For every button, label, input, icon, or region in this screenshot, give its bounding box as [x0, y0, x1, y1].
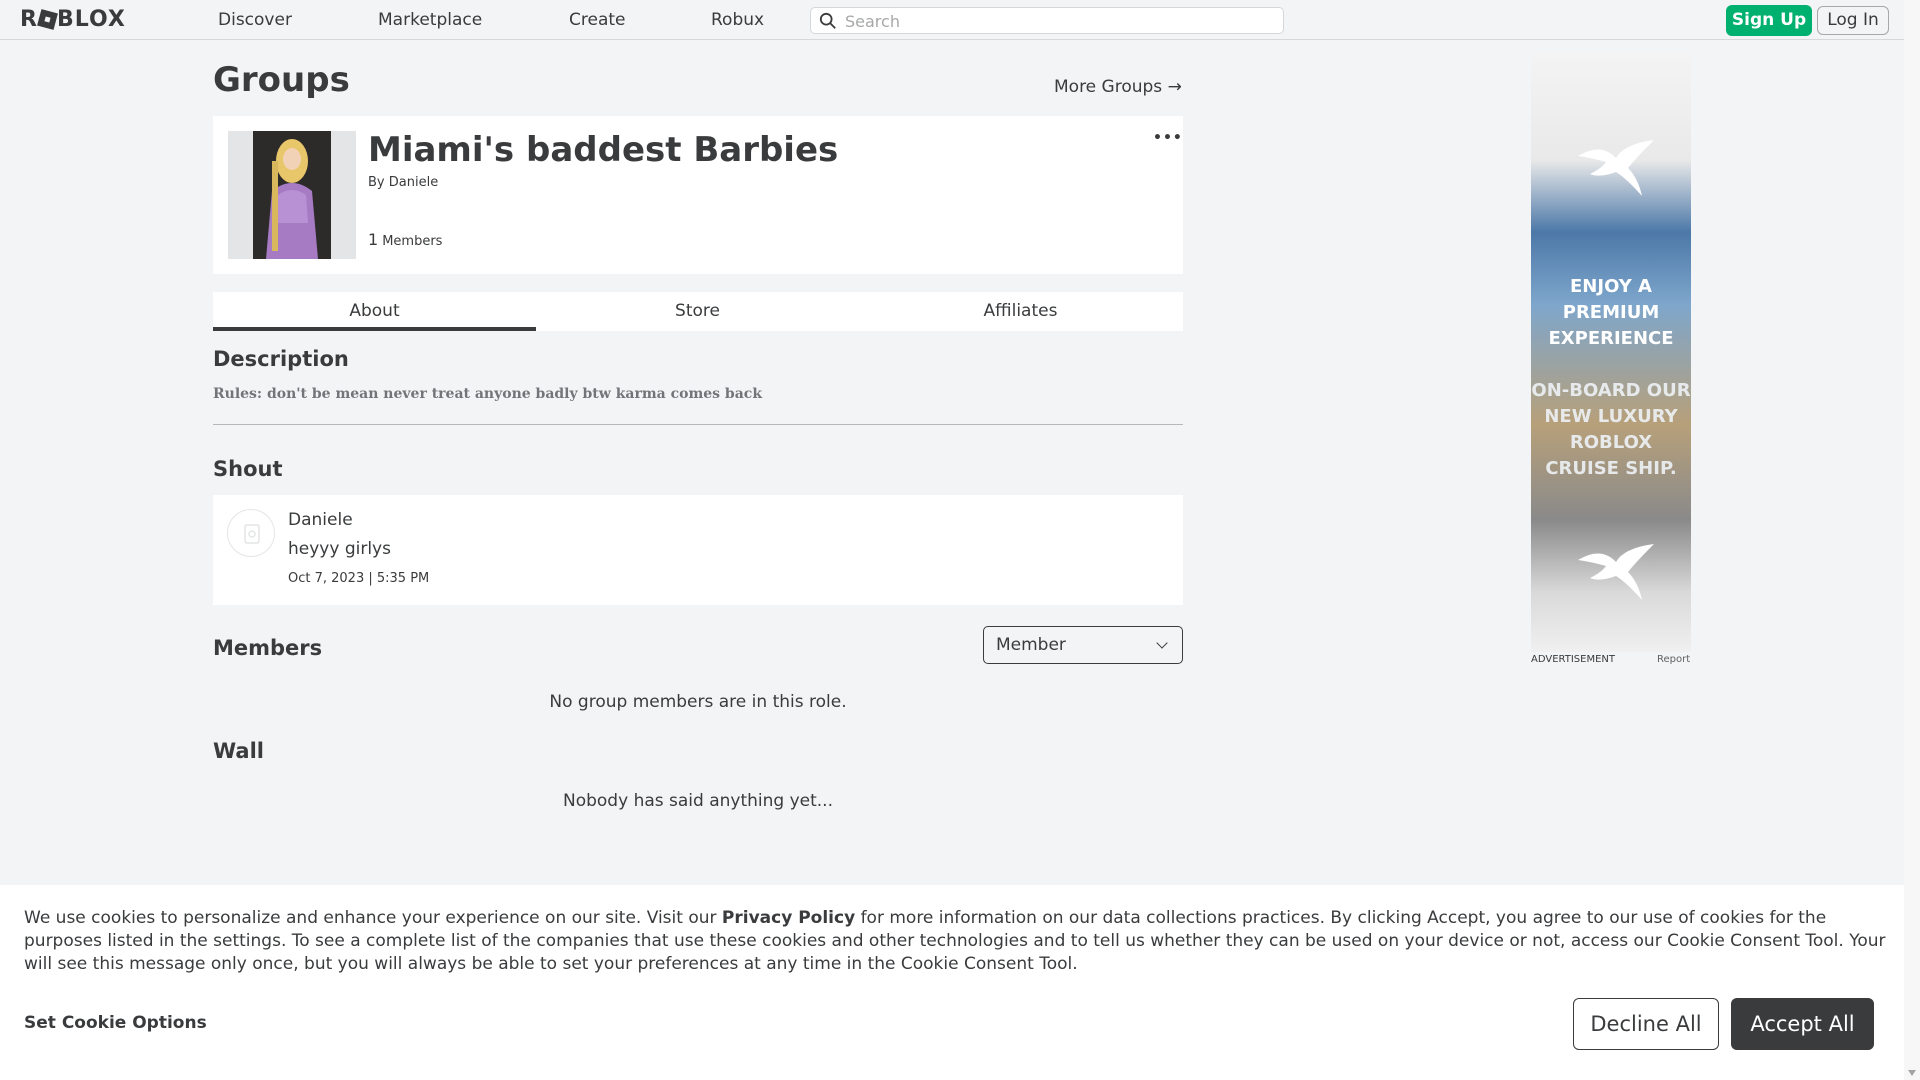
shout-message: heyyy girlys [288, 539, 391, 559]
privacy-policy-link[interactable]: Privacy Policy [722, 908, 855, 928]
bird-graphic [1578, 140, 1654, 196]
role-select-value: Member [996, 635, 1066, 655]
wall-heading: Wall [213, 739, 264, 763]
nav-create[interactable]: Create [569, 10, 626, 30]
wall-empty-text: Nobody has said anything yet... [563, 791, 833, 811]
members-heading: Members [213, 636, 323, 660]
sign-up-button[interactable]: Sign Up [1726, 5, 1812, 36]
chevron-down-icon [1156, 637, 1168, 649]
scroll-down-arrow-icon[interactable] [1908, 1070, 1916, 1076]
shout-timestamp: Oct 7, 2023 | 5:35 PM [288, 571, 430, 586]
cookie-consent-banner: We use cookies to personalize and enhanc… [0, 885, 1904, 1080]
ad-headline: ENJOY A PREMIUM EXPERIENCE [1548, 276, 1674, 349]
roblox-logo[interactable]: R BLOX [20, 7, 126, 32]
log-in-button[interactable]: Log In [1817, 6, 1889, 35]
avatar[interactable] [227, 509, 275, 557]
accept-all-button[interactable]: Accept All [1731, 998, 1874, 1050]
avatar-placeholder-icon [244, 524, 260, 544]
group-name: Miami's baddest Barbies [368, 130, 839, 170]
members-empty-text: No group members are in this role. [549, 692, 847, 712]
tab-store[interactable]: Store [536, 292, 859, 331]
shout-author-link[interactable]: Daniele [288, 510, 353, 530]
group-tabs: About Store Affiliates [213, 292, 1183, 331]
more-options-icon[interactable]: ••• [1153, 130, 1183, 146]
nav-discover[interactable]: Discover [218, 10, 292, 30]
search-icon [819, 12, 836, 29]
group-owner-line: By Daniele [368, 175, 438, 190]
description-heading: Description [213, 347, 349, 371]
set-cookie-options-link[interactable]: Set Cookie Options [24, 1013, 207, 1033]
group-member-count: 1 Members [368, 230, 442, 249]
advertisement-label: ADVERTISEMENT [1531, 654, 1616, 665]
advertisement-banner[interactable]: ENJOY A PREMIUM EXPERIENCE ON-BOARD OUR … [1531, 52, 1691, 652]
search-box[interactable] [810, 7, 1284, 34]
nav-marketplace[interactable]: Marketplace [378, 10, 482, 30]
role-select-dropdown[interactable]: Member [983, 626, 1183, 664]
report-ad-link[interactable]: Report [1657, 654, 1690, 665]
cookie-text-before: We use cookies to personalize and enhanc… [24, 908, 722, 928]
group-emblem-picture [228, 131, 356, 259]
group-owner-link[interactable]: Daniele [389, 175, 438, 190]
by-prefix: By [368, 175, 385, 190]
search-input[interactable] [845, 11, 1275, 31]
more-groups-link[interactable]: More Groups → [1054, 77, 1182, 97]
ad-subtext: ON-BOARD OUR NEW LUXURY ROBLOX CRUISE SH… [1531, 380, 1691, 479]
member-count-label: Members [382, 234, 443, 249]
bird-graphic [1578, 544, 1654, 600]
decline-all-button[interactable]: Decline All [1573, 998, 1719, 1050]
shout-card: Daniele heyyy girlys Oct 7, 2023 | 5:35 … [213, 495, 1183, 605]
member-count-number: 1 [368, 230, 379, 249]
page-scrollbar[interactable] [1904, 0, 1920, 1080]
group-header-card: Miami's baddest Barbies By Daniele 1 Memb… [213, 116, 1183, 274]
tab-about[interactable]: About [213, 292, 536, 331]
group-emblem-image [228, 131, 356, 259]
top-navigation-bar: R BLOX Discover Marketplace Create Robux … [0, 0, 1904, 40]
tab-affiliates[interactable]: Affiliates [859, 292, 1182, 331]
divider [213, 424, 1183, 425]
cookie-message: We use cookies to personalize and enhanc… [24, 907, 1886, 976]
nav-robux[interactable]: Robux [711, 10, 764, 30]
page-title: Groups [213, 60, 350, 100]
shout-heading: Shout [213, 457, 283, 481]
description-text: Rules: don't be mean never treat anyone … [213, 386, 763, 402]
